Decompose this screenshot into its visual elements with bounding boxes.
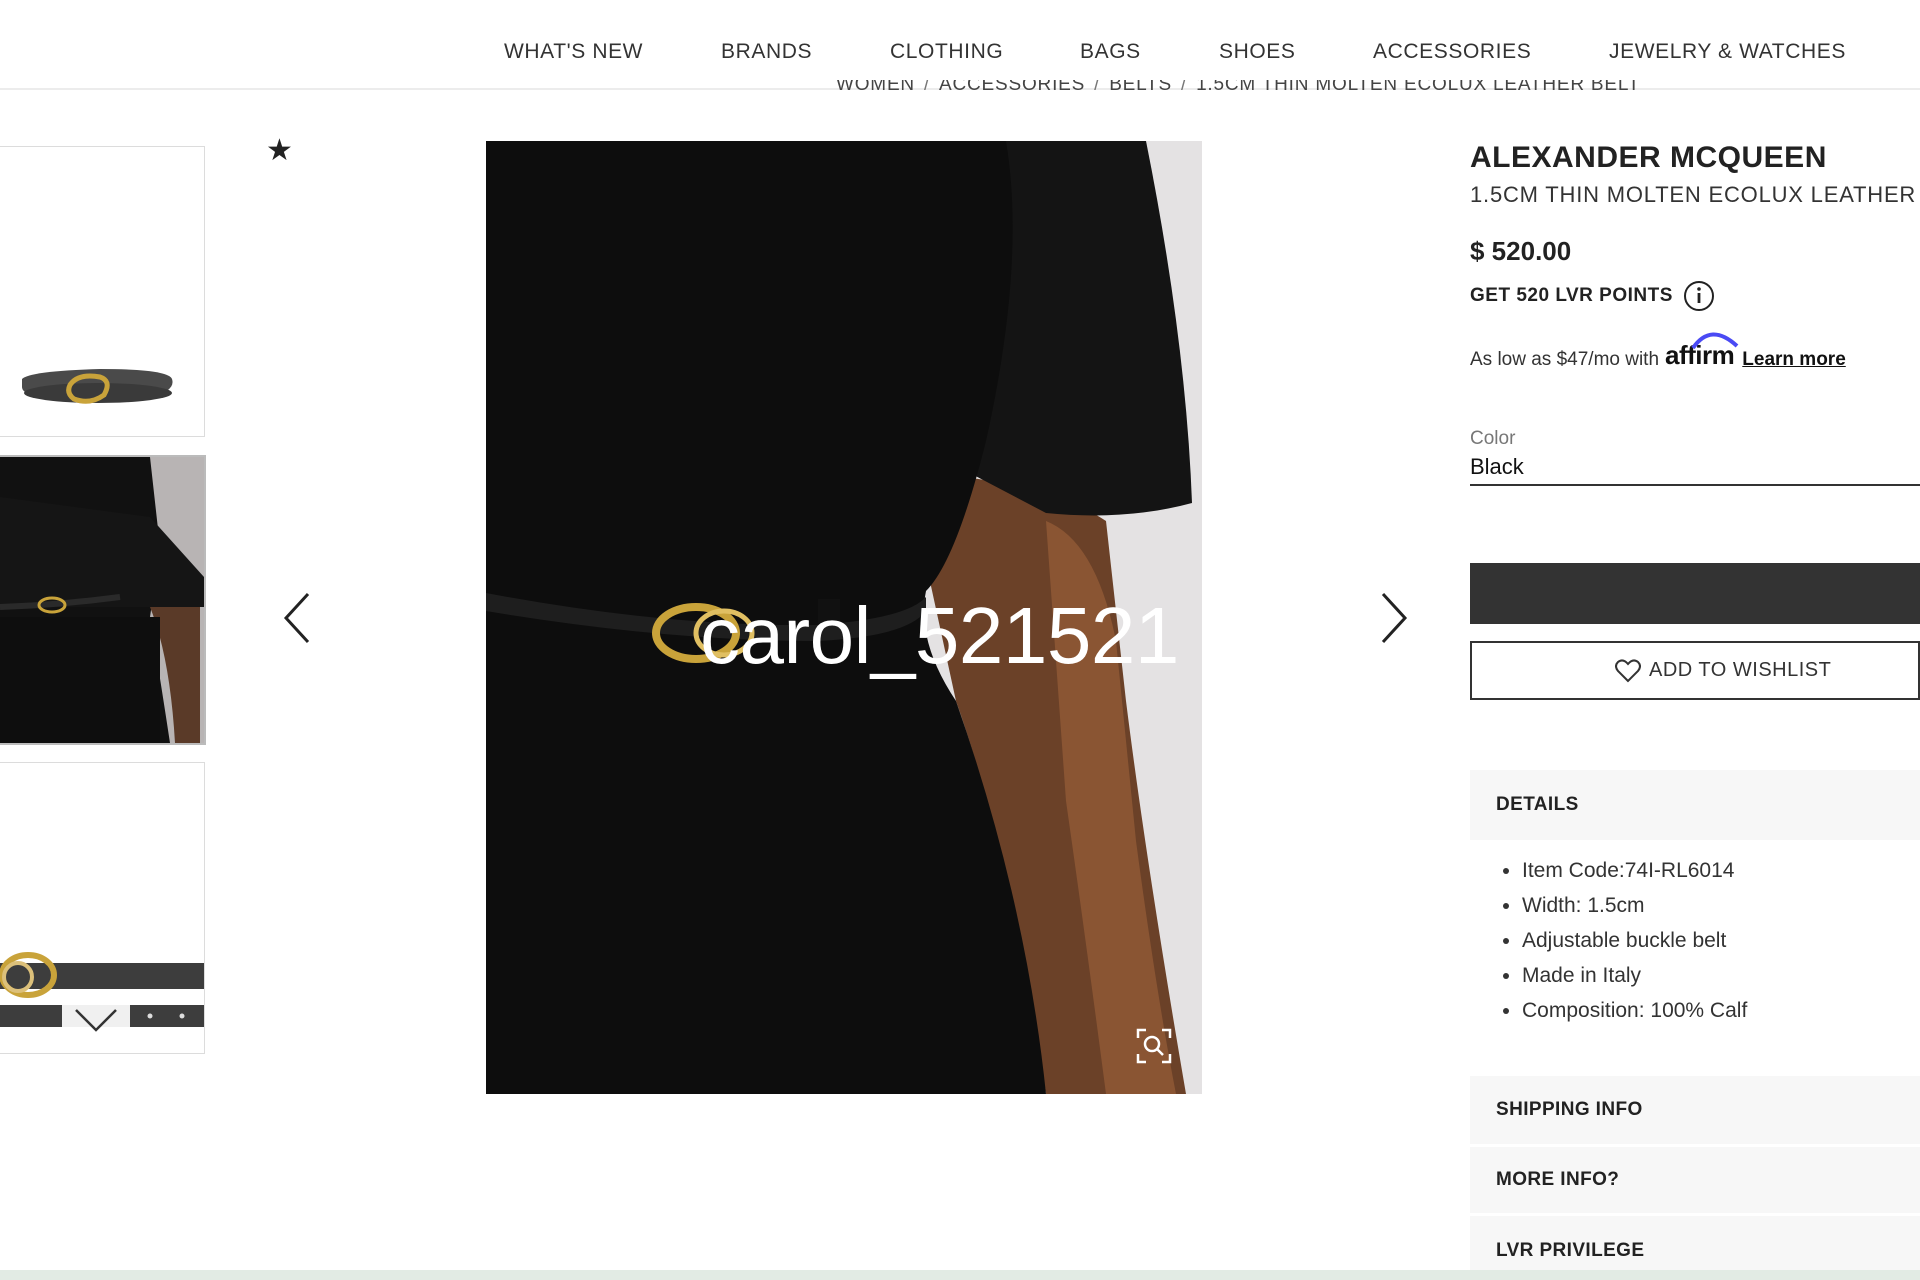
zoom-button[interactable] [1134, 1026, 1174, 1066]
details-accordion[interactable]: DETAILS [1470, 770, 1920, 840]
chevron-right-icon [1381, 592, 1408, 644]
affirm-arc-icon [1691, 332, 1739, 350]
affirm-financing: As low as $47/mo with affirm Learn more [1470, 332, 1846, 371]
more-info-accordion[interactable]: MORE INFO? [1470, 1147, 1920, 1213]
details-title: DETAILS [1496, 794, 1579, 815]
wishlist-label: ADD TO WISHLIST [1649, 659, 1832, 681]
details-item-origin: Made in Italy [1522, 958, 1747, 993]
details-item-buckle: Adjustable buckle belt [1522, 923, 1747, 958]
lvr-points-text: GET 520 LVR POINTS [1470, 285, 1673, 306]
affirm-logo: affirm [1665, 332, 1739, 371]
product-brand[interactable]: ALEXANDER MCQUEEN [1470, 141, 1827, 175]
product-name: 1.5CM THIN MOLTEN ECOLUX LEATHER BELT [1470, 182, 1920, 207]
breadcrumb: WOMEN / ACCESSORIES / BELTS / 1.5CM THIN MOLTE… [836, 80, 1640, 98]
breadcrumb-separator: / [1180, 80, 1188, 95]
thumbnail-belt-coiled [22, 369, 173, 404]
details-list: Item Code:74I-RL6014 Width: 1.5cm Adjust… [1497, 853, 1747, 1028]
gallery-prev-button[interactable] [278, 590, 318, 646]
thumbnail-2[interactable] [0, 455, 206, 745]
affirm-text: As low as $47/mo with [1470, 349, 1660, 370]
watermark-text: carol_521521 [700, 591, 1179, 680]
star-icon[interactable]: ★ [266, 136, 293, 166]
breadcrumb-accessories[interactable]: ACCESSORIES [939, 80, 1085, 96]
thumbnail-model [0, 457, 204, 743]
nav-accessories[interactable]: ACCESSORIES [1373, 40, 1531, 64]
details-item-composition: Composition: 100% Calf [1522, 993, 1747, 1028]
nav-jewelry-watches[interactable]: JEWELRY & WATCHES [1609, 40, 1846, 64]
shipping-info-accordion[interactable]: SHIPPING INFO [1470, 1076, 1920, 1144]
top-nav: WHAT'S NEW BRANDS CLOTHING BAGS SHOES AC… [0, 0, 1920, 90]
breadcrumb-belts[interactable]: BELTS [1109, 80, 1172, 96]
chevron-left-icon [283, 592, 310, 644]
heart-icon [1615, 658, 1641, 682]
chevron-down-icon [75, 1009, 117, 1032]
nav-whats-new[interactable]: WHAT'S NEW [504, 40, 643, 64]
breadcrumb-separator: / [923, 80, 931, 95]
info-icon[interactable] [1683, 280, 1715, 312]
add-to-bag-button[interactable] [1470, 563, 1920, 624]
learn-more-link[interactable]: Learn more [1742, 349, 1845, 371]
shipping-info-title: SHIPPING INFO [1496, 1099, 1643, 1120]
lvr-privilege-title: LVR PRIVILEGE [1496, 1240, 1645, 1261]
zoom-icon [1136, 1028, 1172, 1064]
nav-clothing[interactable]: CLOTHING [890, 40, 1003, 64]
add-to-wishlist-button[interactable]: ADD TO WISHLIST [1470, 641, 1920, 700]
details-item-width: Width: 1.5cm [1522, 888, 1747, 923]
thumbnails-scroll-down[interactable] [62, 990, 130, 1048]
thumbnail-1[interactable] [0, 146, 205, 437]
lvr-privilege-accordion[interactable]: LVR PRIVILEGE [1470, 1216, 1920, 1270]
color-select[interactable]: Black [1470, 454, 1920, 486]
breadcrumb-separator: / [1094, 80, 1101, 95]
nav-brands[interactable]: BRANDS [721, 40, 812, 64]
more-info-title: MORE INFO? [1496, 1169, 1620, 1190]
lvr-points: GET 520 LVR POINTS [1470, 280, 1715, 312]
product-price: $ 520.00 [1470, 236, 1572, 266]
details-item-code: Item Code:74I-RL6014 [1522, 853, 1747, 888]
color-label: Color [1470, 428, 1516, 449]
nav-shoes[interactable]: SHOES [1219, 40, 1296, 64]
breadcrumb-current: 1.5CM THIN MOLTEN ECOLUX LEATHER BELT [1196, 80, 1641, 95]
nav-bags[interactable]: BAGS [1080, 40, 1141, 64]
gallery-next-button[interactable] [1373, 590, 1413, 646]
breadcrumb-women[interactable]: WOMEN [836, 80, 915, 96]
footer-band [0, 1270, 1920, 1280]
